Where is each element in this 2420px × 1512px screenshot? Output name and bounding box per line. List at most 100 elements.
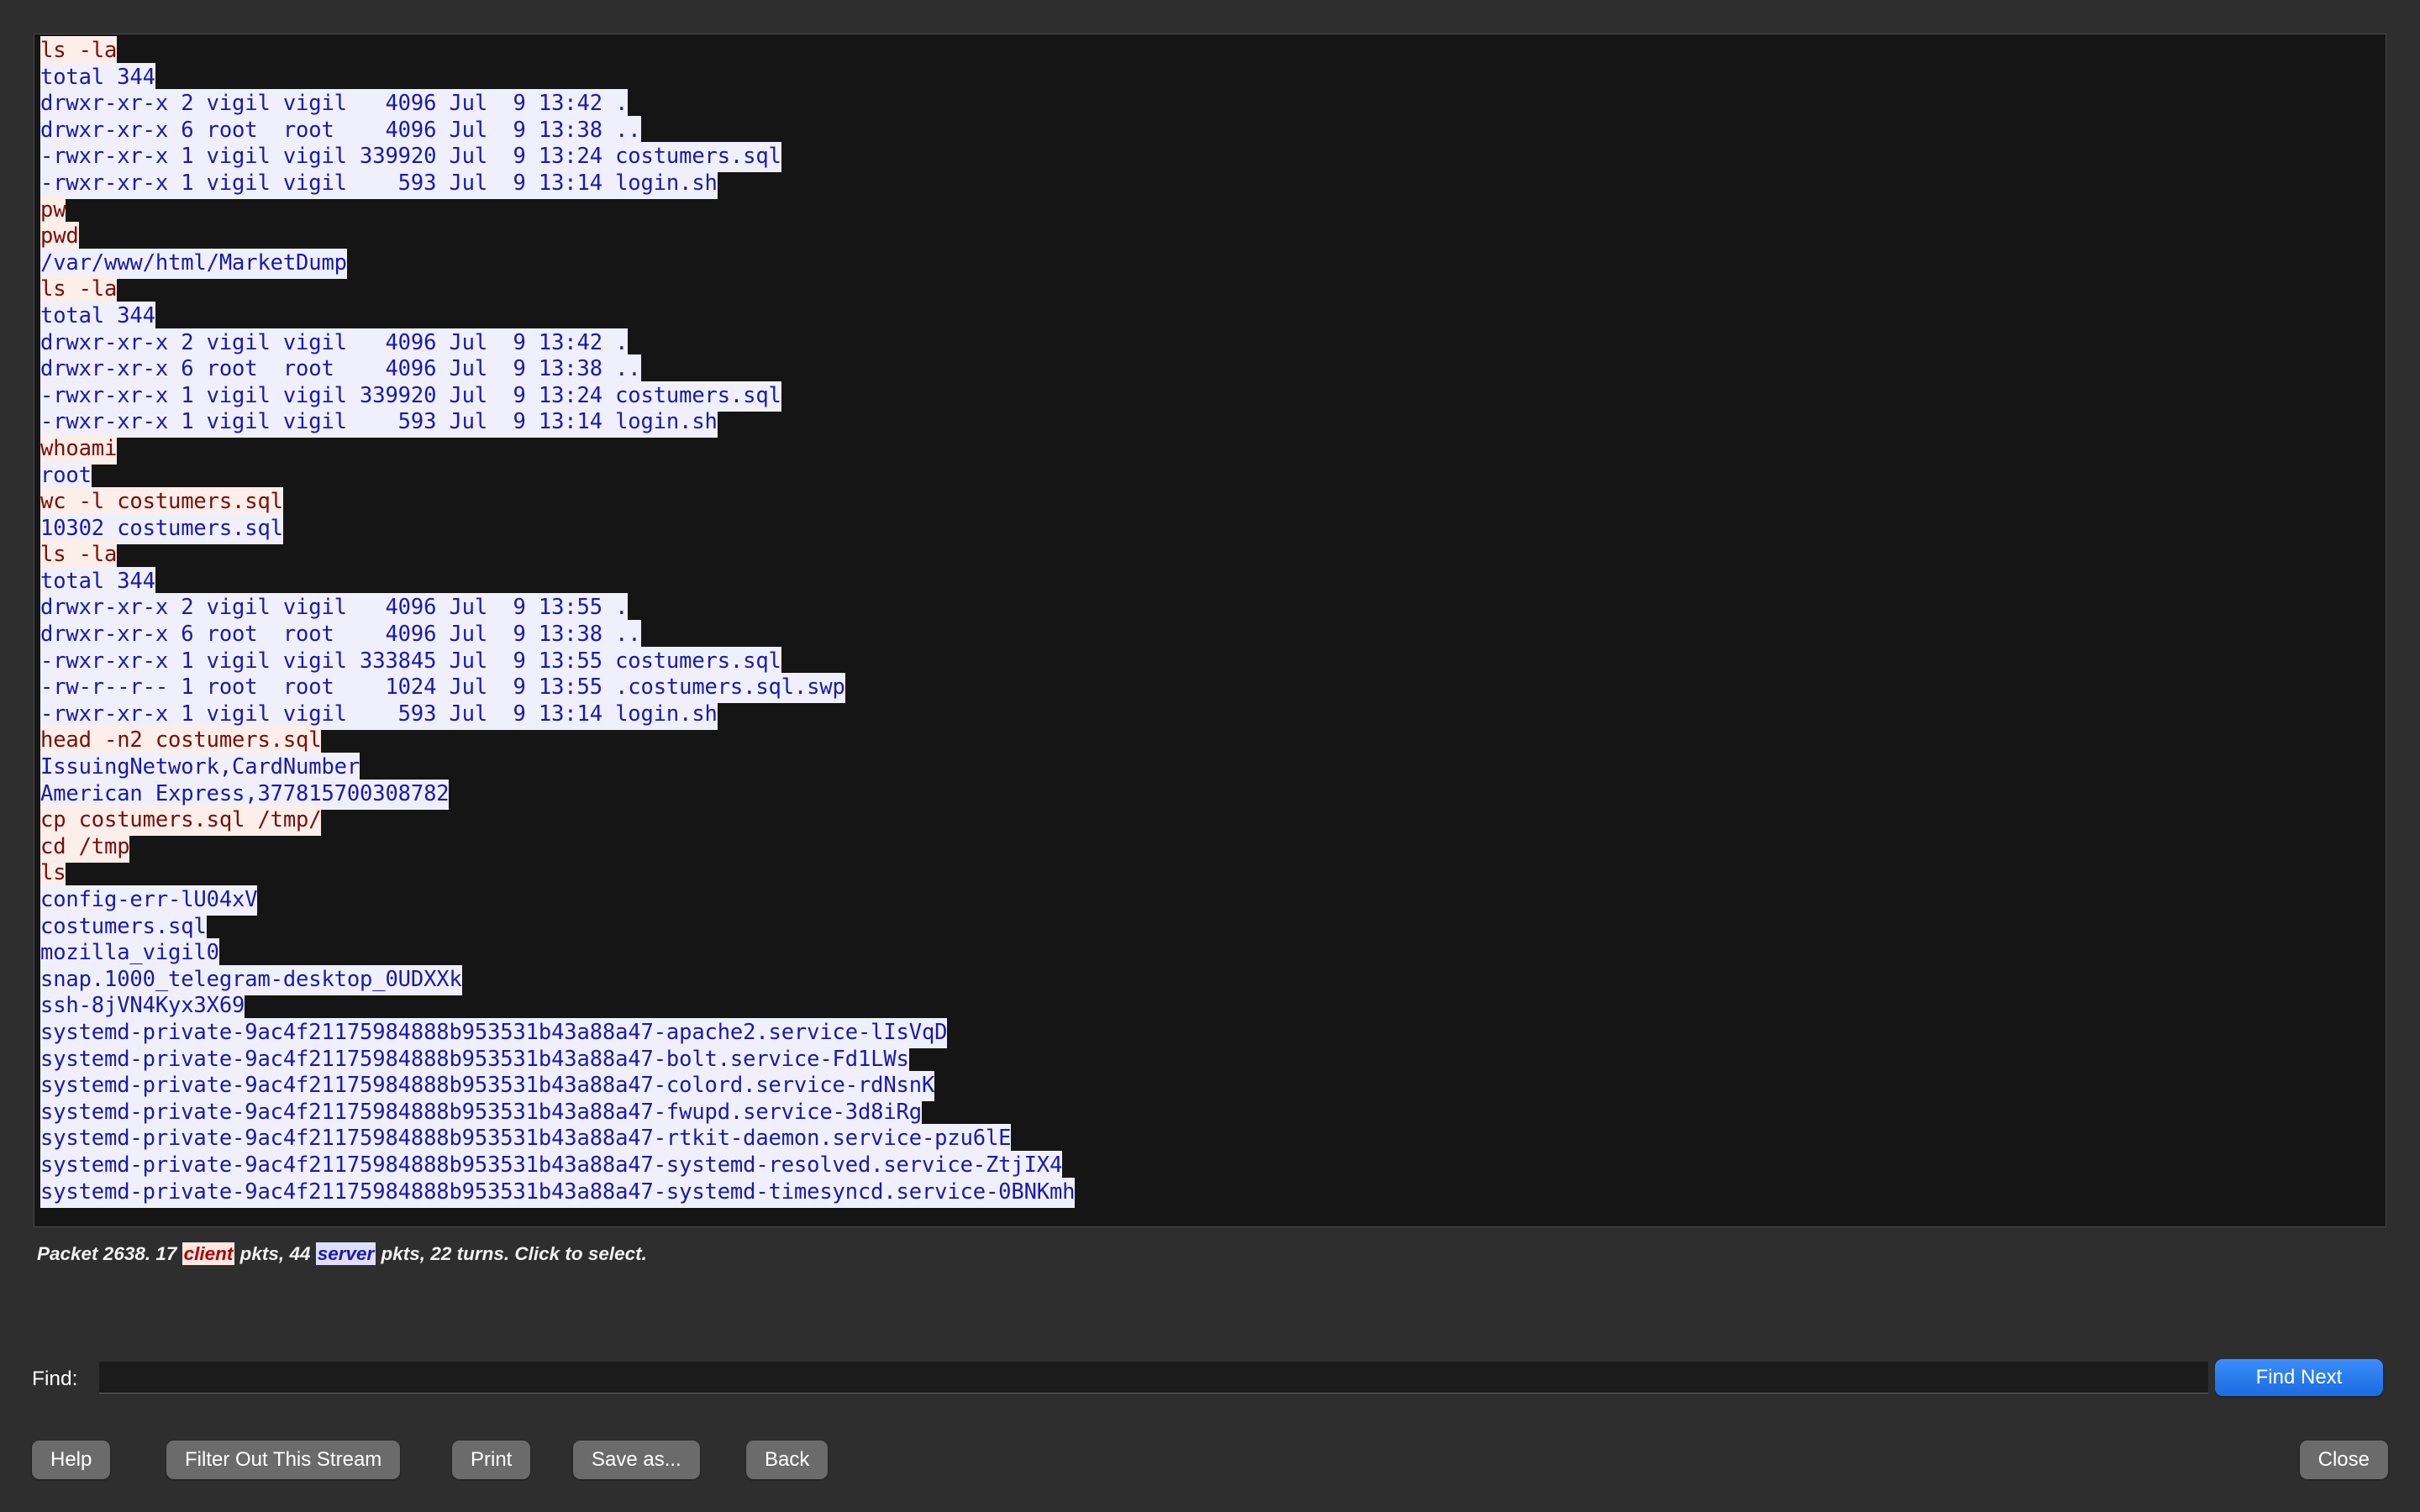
follow-stream-window: ls -la total 344 drwxr-xr-x 2 vigil vigil … (0, 0, 2420, 1512)
stream-line-server: IssuingNetwork,CardNumber (40, 753, 2386, 784)
stream-line-text: ls -la (40, 275, 117, 306)
stream-line-text: systemd-private-9ac4f21175984888b953531b… (40, 1124, 1012, 1155)
stream-line-text: ls -la (40, 36, 117, 66)
stream-line-server: systemd-private-9ac4f21175984888b953531b… (40, 1044, 2386, 1075)
stream-line-text: pwd (40, 222, 79, 253)
stream-line-text: total 344 (40, 62, 155, 93)
stream-line-text: -rwxr-xr-x 1 vigil vigil 593 Jul 9 13:14… (40, 168, 718, 199)
stream-line-client: ls -la (40, 36, 2386, 66)
stream-line-text: 10302 costumers.sql (40, 513, 283, 544)
stream-line-server: config-err-lU04xV (40, 885, 2386, 916)
stream-line-text: config-err-lU04xV (40, 885, 258, 916)
find-row: Find: Find Next (0, 1359, 2420, 1401)
stream-line-text: cd /tmp (40, 832, 130, 863)
stream-line-server: -rwxr-xr-x 1 vigil vigil 593 Jul 9 13:14… (40, 407, 2386, 438)
stream-line-server: -rwxr-xr-x 1 vigil vigil 339920 Jul 9 13… (40, 381, 2386, 412)
stream-line-server: 10302 costumers.sql (40, 513, 2386, 544)
close-button[interactable]: Close (2299, 1441, 2388, 1479)
stream-line-server: snap.1000_telegram-desktop_0UDXXk (40, 964, 2386, 995)
stream-line-client: whoami (40, 433, 2386, 465)
stream-line-text: systemd-private-9ac4f21175984888b953531b… (40, 1150, 1062, 1181)
stream-line-client: ls -la (40, 540, 2386, 571)
stream-line-server: drwxr-xr-x 2 vigil vigil 4096 Jul 9 13:4… (40, 328, 2386, 359)
stream-line-server: systemd-private-9ac4f21175984888b953531b… (40, 1097, 2386, 1128)
stream-line-server: mozilla_vigil0 (40, 938, 2386, 969)
find-input[interactable] (99, 1362, 2208, 1394)
stream-line-text: costumers.sql (40, 911, 207, 942)
stream-line-server: -rwxr-xr-x 1 vigil vigil 593 Jul 9 13:14… (40, 699, 2386, 730)
stream-line-server: costumers.sql (40, 911, 2386, 942)
stream-line-text: -rwxr-xr-x 1 vigil vigil 593 Jul 9 13:14… (40, 699, 718, 730)
stream-line-server: drwxr-xr-x 6 root root 4096 Jul 9 13:38 … (40, 354, 2386, 386)
stream-line-text: systemd-private-9ac4f21175984888b953531b… (40, 1177, 1076, 1208)
stream-line-client: pw (40, 195, 2386, 226)
stream-line-server: drwxr-xr-x 6 root root 4096 Jul 9 13:38 … (40, 620, 2386, 651)
stream-line-text: systemd-private-9ac4f21175984888b953531b… (40, 1017, 948, 1048)
stream-line-server: systemd-private-9ac4f21175984888b953531b… (40, 1017, 2386, 1048)
stream-line-text: drwxr-xr-x 2 vigil vigil 4096 Jul 9 13:5… (40, 593, 628, 624)
stream-line-server: -rwxr-xr-x 1 vigil vigil 593 Jul 9 13:14… (40, 168, 2386, 199)
filter-out-button[interactable]: Filter Out This Stream (166, 1441, 401, 1479)
stream-line-server: systemd-private-9ac4f21175984888b953531b… (40, 1124, 2386, 1155)
stream-line-text: -rwxr-xr-x 1 vigil vigil 339920 Jul 9 13… (40, 381, 781, 412)
help-button[interactable]: Help (32, 1441, 111, 1479)
stream-line-text: head -n2 costumers.sql (40, 726, 322, 757)
stream-line-client: cp costumers.sql /tmp/ (40, 806, 2386, 837)
stream-line-server: drwxr-xr-x 2 vigil vigil 4096 Jul 9 13:4… (40, 89, 2386, 120)
stream-line-server: -rwxr-xr-x 1 vigil vigil 333845 Jul 9 13… (40, 646, 2386, 677)
stream-line-text: American Express,377815700308782 (40, 779, 450, 810)
stream-line-text: drwxr-xr-x 6 root root 4096 Jul 9 13:38 … (40, 620, 641, 651)
stream-line-text: ssh-8jVN4Kyx3X69 (40, 991, 245, 1022)
stream-line-text: drwxr-xr-x 6 root root 4096 Jul 9 13:38 … (40, 115, 641, 146)
status-client-tag: client (182, 1242, 235, 1265)
stream-line-server: ssh-8jVN4Kyx3X69 (40, 991, 2386, 1022)
packet-status-line: Packet 2638. 17 client pkts, 44 server p… (37, 1242, 647, 1265)
stream-line-server: root (40, 460, 2386, 491)
stream-line-server: /var/www/html/MarketDump (40, 248, 2386, 279)
stream-text-pane[interactable]: ls -la total 344 drwxr-xr-x 2 vigil vigil … (34, 34, 2386, 1227)
stream-line-text: drwxr-xr-x 2 vigil vigil 4096 Jul 9 13:4… (40, 328, 628, 359)
stream-line-text: systemd-private-9ac4f21175984888b953531b… (40, 1071, 934, 1102)
stream-line-text: -rw-r--r-- 1 root root 1024 Jul 9 13:55 … (40, 673, 845, 704)
status-prefix: Packet 2638. 17 (37, 1243, 182, 1264)
stream-line-text: IssuingNetwork,CardNumber (40, 753, 360, 784)
stream-line-server: total 344 (40, 62, 2386, 93)
stream-line-server: systemd-private-9ac4f21175984888b953531b… (40, 1150, 2386, 1181)
stream-line-text: root (40, 460, 92, 491)
stream-line-server: drwxr-xr-x 6 root root 4096 Jul 9 13:38 … (40, 115, 2386, 146)
stream-line-text: pw (40, 195, 66, 226)
stream-line-client: cd /tmp (40, 832, 2386, 863)
stream-line-text: -rwxr-xr-x 1 vigil vigil 593 Jul 9 13:14… (40, 407, 718, 438)
stream-line-text: whoami (40, 433, 117, 465)
stream-line-text: total 344 (40, 566, 155, 597)
stream-line-server: -rwxr-xr-x 1 vigil vigil 339920 Jul 9 13… (40, 142, 2386, 173)
stream-line-text: systemd-private-9ac4f21175984888b953531b… (40, 1097, 922, 1128)
stream-controls-row: Entire conversation (336 kB) Show data a… (0, 1277, 2420, 1329)
stream-content[interactable]: ls -la total 344 drwxr-xr-x 2 vigil vigil … (40, 36, 2386, 1208)
stream-line-text: -rwxr-xr-x 1 vigil vigil 333845 Jul 9 13… (40, 646, 781, 677)
stream-line-text: drwxr-xr-x 6 root root 4096 Jul 9 13:38 … (40, 354, 641, 386)
print-button[interactable]: Print (452, 1441, 531, 1479)
back-button[interactable]: Back (746, 1441, 829, 1479)
status-server-tag: server (315, 1242, 376, 1265)
stream-line-text: systemd-private-9ac4f21175984888b953531b… (40, 1044, 909, 1075)
dialog-button-row: Help Filter Out This Stream Print Save a… (0, 1441, 2420, 1491)
find-next-button[interactable]: Find Next (2215, 1359, 2383, 1396)
find-label: Find: (32, 1368, 78, 1390)
stream-line-text: mozilla_vigil0 (40, 938, 219, 969)
stream-line-client: pwd (40, 222, 2386, 253)
status-suffix: pkts, 22 turns. Click to select. (376, 1243, 647, 1264)
stream-line-text: /var/www/html/MarketDump (40, 248, 347, 279)
stream-line-server: drwxr-xr-x 2 vigil vigil 4096 Jul 9 13:5… (40, 593, 2386, 624)
stream-line-client: head -n2 costumers.sql (40, 726, 2386, 757)
stream-line-server: systemd-private-9ac4f21175984888b953531b… (40, 1177, 2386, 1208)
save-as-button[interactable]: Save as... (573, 1441, 700, 1479)
stream-line-client: wc -l costumers.sql (40, 487, 2386, 518)
stream-line-text: cp costumers.sql /tmp/ (40, 806, 322, 837)
stream-line-text: drwxr-xr-x 2 vigil vigil 4096 Jul 9 13:4… (40, 89, 628, 120)
stream-line-server: total 344 (40, 301, 2386, 332)
stream-line-text: ls (40, 858, 66, 890)
stream-line-server: total 344 (40, 566, 2386, 597)
stream-line-text: -rwxr-xr-x 1 vigil vigil 339920 Jul 9 13… (40, 142, 781, 173)
stream-line-client: ls -la (40, 275, 2386, 306)
